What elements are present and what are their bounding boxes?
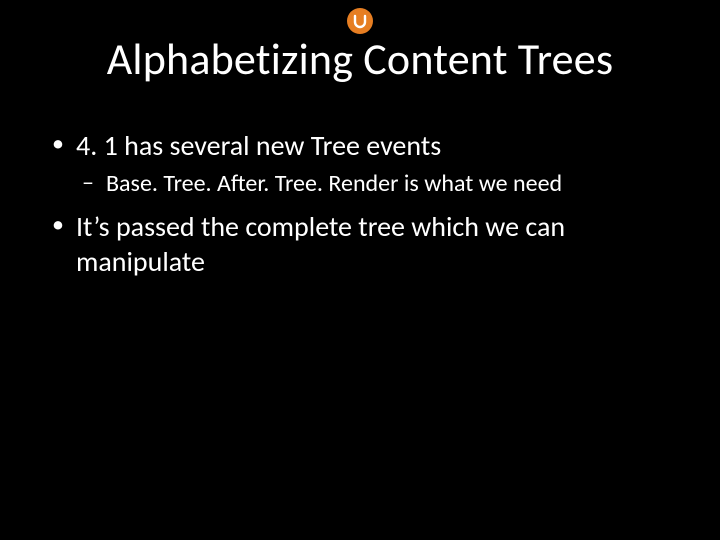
list-item: 4. 1 has several new Tree events Base. T… [46,128,674,199]
bullet-list: 4. 1 has several new Tree events Base. T… [46,128,674,279]
slide: Alphabetizing Content Trees 4. 1 has sev… [0,0,720,540]
bullet-text: It’s passed the complete tree which we c… [76,209,565,279]
list-item: It’s passed the complete tree which we c… [46,209,674,279]
bullet-text: 4. 1 has several new Tree events [76,128,441,163]
slide-body: 4. 1 has several new Tree events Base. T… [46,128,674,289]
list-item: Base. Tree. After. Tree. Render is what … [76,169,674,199]
slide-title: Alphabetizing Content Trees [0,32,720,86]
bullet-sublist: Base. Tree. After. Tree. Render is what … [76,169,674,199]
umbraco-logo-icon [347,8,373,34]
bullet-text: Base. Tree. After. Tree. Render is what … [106,169,562,198]
